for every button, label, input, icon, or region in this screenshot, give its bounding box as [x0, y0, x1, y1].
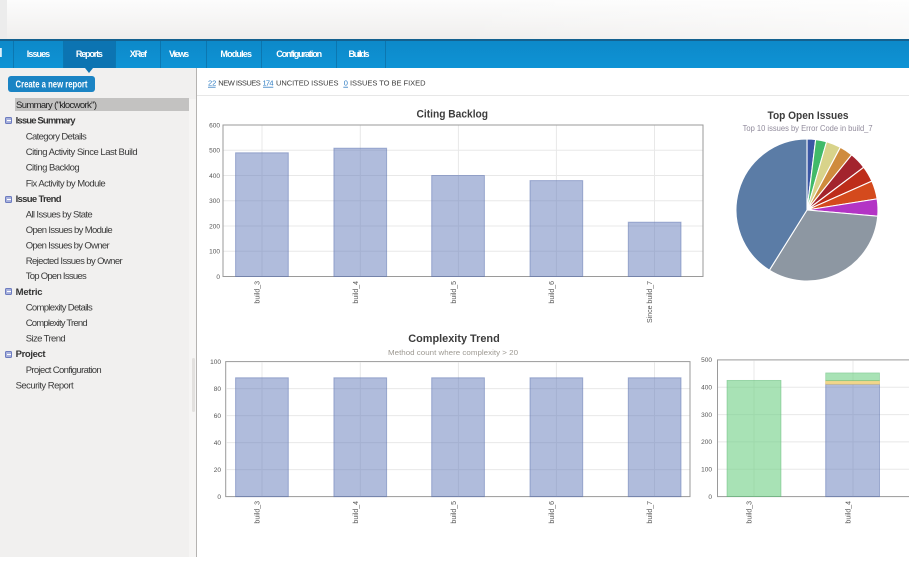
svg-text:Complexity Trend: Complexity Trend — [26, 318, 88, 329]
svg-text:Category Details: Category Details — [26, 131, 87, 142]
svg-text:Summary ("klocwork"): Summary ("klocwork") — [16, 100, 97, 111]
svg-text:Reports: Reports — [76, 49, 103, 59]
svg-text:Project: Project — [16, 349, 47, 360]
svg-text:Views: Views — [169, 49, 189, 59]
svg-text:build_3: build_3 — [255, 501, 262, 524]
svg-text:100: 100 — [209, 249, 220, 256]
svg-text:ISSUES TO BE FIXED: ISSUES TO BE FIXED — [350, 78, 426, 87]
svg-text:0: 0 — [217, 494, 221, 501]
svg-text:Since build_7: Since build_7 — [647, 281, 654, 323]
svg-text:22: 22 — [208, 78, 216, 87]
svg-text:Project Configuration: Project Configuration — [26, 365, 102, 376]
svg-text:Open Issues by Module: Open Issues by Module — [26, 225, 113, 236]
svg-text:Security Report: Security Report — [16, 381, 74, 392]
svg-text:Rejected Issues by Owner: Rejected Issues by Owner — [26, 256, 123, 267]
svg-text:500: 500 — [701, 357, 712, 364]
svg-text:All Issues by State: All Issues by State — [26, 210, 93, 221]
svg-text:200: 200 — [209, 223, 220, 230]
svg-text:NEW ISSUES: NEW ISSUES — [218, 78, 260, 87]
svg-text:Citing Backlog: Citing Backlog — [26, 163, 80, 174]
svg-text:build_6: build_6 — [549, 281, 556, 304]
svg-text:500: 500 — [209, 148, 220, 155]
svg-text:300: 300 — [209, 198, 220, 205]
svg-text:build_7: build_7 — [647, 501, 654, 524]
svg-text:build_5: build_5 — [451, 281, 458, 304]
svg-text:Citing Backlog: Citing Backlog — [417, 109, 489, 121]
svg-text:Configuration: Configuration — [276, 49, 322, 59]
svg-text:200: 200 — [701, 439, 712, 446]
svg-text:Top 10 issues by Error Code in: Top 10 issues by Error Code in build_7 — [743, 124, 874, 133]
svg-text:174: 174 — [263, 78, 274, 87]
svg-text:Modules: Modules — [220, 49, 252, 59]
svg-text:build_5: build_5 — [451, 501, 458, 524]
svg-text:Size Trend: Size Trend — [26, 333, 66, 344]
svg-text:100: 100 — [701, 467, 712, 474]
svg-text:80: 80 — [214, 386, 222, 393]
svg-text:Issue Summary: Issue Summary — [16, 116, 77, 127]
svg-text:Complexity Details: Complexity Details — [26, 303, 93, 314]
svg-text:0: 0 — [708, 494, 712, 501]
svg-text:Fix Activity by Module: Fix Activity by Module — [26, 178, 106, 189]
svg-text:400: 400 — [701, 385, 712, 392]
svg-text:Citing Activity Since Last Bui: Citing Activity Since Last Build — [26, 147, 138, 158]
svg-text:Open Issues by Owner: Open Issues by Owner — [26, 241, 110, 252]
svg-text:Metric: Metric — [16, 287, 43, 298]
svg-text:100: 100 — [210, 359, 221, 366]
svg-text:Builds: Builds — [349, 49, 370, 59]
svg-text:build_4: build_4 — [846, 501, 853, 524]
svg-text:Complexity Trend: Complexity Trend — [408, 333, 500, 345]
svg-text:Create a new report: Create a new report — [16, 80, 89, 91]
svg-text:UNCITED ISSUES: UNCITED ISSUES — [276, 78, 339, 87]
svg-text:400: 400 — [209, 173, 220, 180]
svg-text:0: 0 — [216, 274, 220, 281]
svg-text:build_4: build_4 — [353, 501, 360, 524]
svg-text:build_6: build_6 — [549, 501, 556, 524]
svg-text:Top Open Issues: Top Open Issues — [768, 110, 849, 122]
svg-text:Method count where complexity: Method count where complexity > 20 — [388, 348, 518, 357]
svg-text:60: 60 — [214, 413, 222, 420]
svg-text:Issues: Issues — [27, 49, 50, 59]
svg-text:600: 600 — [209, 122, 220, 129]
svg-text:0: 0 — [344, 78, 348, 87]
svg-text:build_3: build_3 — [747, 501, 754, 524]
svg-text:build_3: build_3 — [255, 281, 262, 304]
svg-text:300: 300 — [701, 412, 712, 419]
svg-text:build_4: build_4 — [353, 281, 360, 304]
svg-text:Top Open Issues: Top Open Issues — [26, 271, 87, 282]
svg-text:20: 20 — [214, 467, 222, 474]
svg-text:Issue Trend: Issue Trend — [16, 194, 62, 205]
svg-text:XRef: XRef — [130, 49, 148, 59]
svg-text:40: 40 — [214, 440, 222, 447]
